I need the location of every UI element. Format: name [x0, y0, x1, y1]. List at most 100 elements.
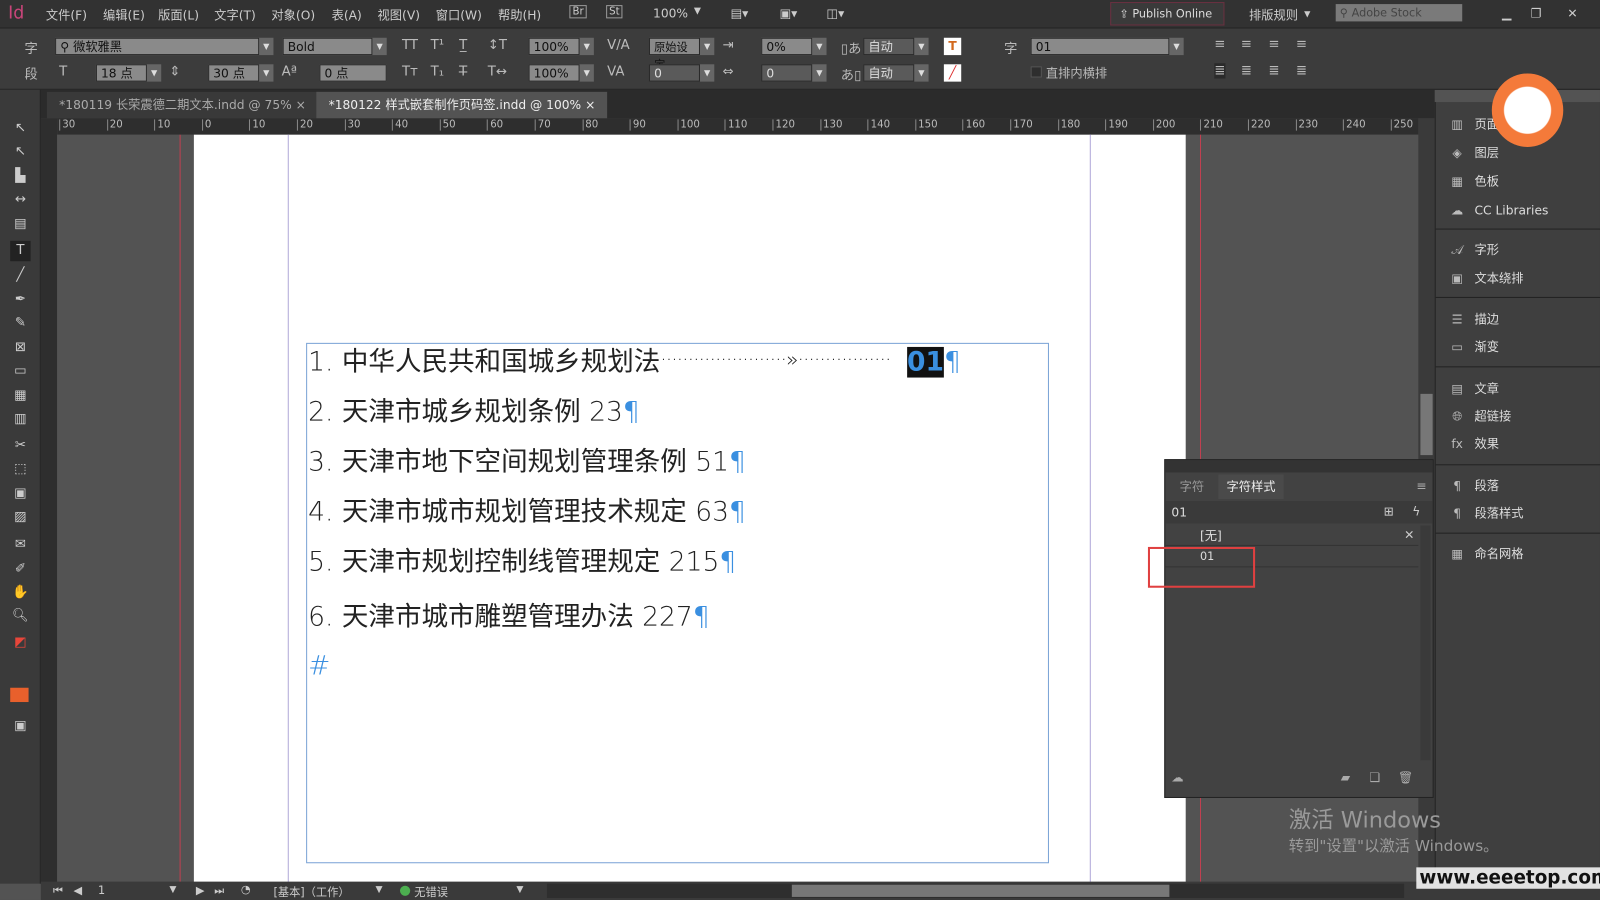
tracking-field[interactable]: 0 [648, 64, 700, 82]
panel-stroke[interactable]: ☰ 描边 [1446, 307, 1499, 331]
selected-page-number[interactable]: 01 [907, 347, 944, 378]
tcy-checkbox[interactable] [1030, 66, 1042, 78]
bridge-button[interactable]: Br [569, 5, 587, 19]
font-size-dropdown[interactable]: ▼ [146, 64, 162, 82]
vertical-scale-field[interactable]: 100% [528, 37, 580, 56]
align-right-button[interactable]: ≡ [1268, 37, 1279, 52]
page-dropdown[interactable]: ▼ [169, 885, 176, 895]
menu-table[interactable]: 表(A) [332, 6, 362, 23]
gap-tool-icon[interactable]: ↔ [10, 190, 30, 210]
menu-help[interactable]: 帮助(H) [498, 6, 541, 23]
kerning-dropdown[interactable]: ▼ [699, 37, 715, 56]
leading-dropdown[interactable]: ▼ [259, 64, 274, 82]
aki-dropdown[interactable]: ▼ [812, 64, 827, 82]
all-caps-button[interactable]: TT [402, 38, 418, 53]
panel-pages[interactable]: ▥ 页面 [1446, 112, 1499, 136]
toc-line-2[interactable]: 2. 天津市城乡规划条例 23¶ [308, 391, 640, 429]
view-options-icon[interactable]: ▤▾ [731, 6, 749, 20]
scissors-tool-icon[interactable]: ✂ [10, 436, 30, 456]
font-style-field[interactable]: Bold [282, 37, 373, 56]
page-tool-icon[interactable]: ▙ [10, 166, 30, 186]
panel-text-wrap[interactable]: ▣ 文本绕排 [1446, 266, 1523, 290]
scrollbar-thumb[interactable] [1420, 393, 1433, 456]
aki-before-dropdown[interactable]: ▼ [914, 37, 929, 56]
free-transform-tool-icon[interactable]: ⬚ [10, 459, 30, 479]
rectangle-tool-icon[interactable]: ▭ [10, 361, 30, 381]
previous-page-icon[interactable]: ◀ [73, 884, 82, 897]
screen-mode-icon[interactable]: ▣ [10, 716, 30, 736]
type-tool-icon[interactable]: T [10, 240, 31, 262]
menu-object[interactable]: 对象(O) [271, 6, 315, 23]
note-tool-icon[interactable]: ✉ [10, 535, 30, 555]
page-number-field[interactable]: 1 [98, 884, 105, 897]
panel-story[interactable]: ▤ 文章 [1446, 377, 1499, 401]
font-family-field[interactable]: ⚲ 微软雅黑 [55, 37, 260, 56]
menu-window[interactable]: 窗口(W) [436, 6, 482, 23]
screen-mode-icon[interactable]: ▣▾ [780, 6, 798, 20]
last-page-icon[interactable]: ⏭ [214, 884, 224, 898]
strikethrough-button[interactable]: T̶ [459, 64, 467, 79]
new-style-group-icon[interactable]: ⊞ [1384, 504, 1394, 518]
menu-edit[interactable]: 编辑(E) [103, 6, 145, 23]
master-page-select[interactable]: [基本]（工作） [273, 884, 349, 900]
minimize-button[interactable]: ▁ [1502, 6, 1511, 20]
panel-cc-libraries[interactable]: ☁ CC Libraries [1446, 198, 1548, 222]
content-collector-icon[interactable]: ▤ [10, 214, 30, 234]
close-tab-icon[interactable]: × [296, 98, 306, 112]
toc-line-6[interactable]: 6. 天津市城市雕塑管理办法 227¶ [308, 596, 710, 634]
aki-before-field[interactable]: 自动 [863, 37, 915, 56]
adobe-stock-search[interactable]: ⚲ Adobe Stock [1335, 4, 1463, 22]
rectangle-frame-tool-icon[interactable]: ⊠ [10, 338, 30, 358]
workspace-switcher[interactable]: 排版规则 [1249, 6, 1298, 23]
panel-scrollbar[interactable] [1420, 525, 1431, 761]
tab-character-styles[interactable]: 字符样式 [1218, 474, 1284, 499]
stock-button[interactable]: St [606, 5, 623, 19]
fill-color-swatch[interactable]: T [943, 37, 962, 56]
justify-right-button[interactable]: ≣ [1268, 63, 1279, 78]
clear-overrides-icon[interactable]: ✕ [1404, 528, 1414, 542]
tab-character[interactable]: 字符 [1171, 474, 1212, 498]
open-page-icon[interactable]: ◔ [241, 883, 251, 896]
preflight-status[interactable]: 无错误 [414, 884, 448, 900]
eyedropper-tool-icon[interactable]: ✐ [10, 559, 30, 579]
aki-field[interactable]: 0 [761, 64, 813, 82]
align-left-button[interactable]: ≡ [1214, 37, 1225, 52]
panel-layers[interactable]: ◈ 图层 [1446, 141, 1499, 165]
horizontal-grid-tool-icon[interactable]: ▦ [10, 386, 30, 406]
menu-view[interactable]: 视图(V) [378, 6, 420, 23]
zoom-tool-icon[interactable]: 🔍︎ [10, 606, 30, 626]
normal-view-mode-icon[interactable] [10, 687, 29, 703]
menu-layout[interactable]: 版面(L) [158, 6, 199, 23]
line-tool-icon[interactable]: ╱ [10, 265, 30, 285]
font-family-dropdown[interactable]: ▼ [259, 37, 274, 56]
panel-swatches[interactable]: ▦ 色板 [1446, 169, 1499, 193]
aki-after-field[interactable]: 自动 [863, 64, 915, 82]
font-size-field[interactable]: 18 点 [95, 64, 147, 82]
arrange-documents-icon[interactable]: ◫▾ [827, 6, 845, 20]
new-group-icon[interactable]: ▰ [1341, 770, 1350, 784]
pen-tool-icon[interactable]: ✒ [10, 290, 30, 310]
vertical-scale-dropdown[interactable]: ▼ [579, 37, 594, 56]
close-tab-icon[interactable]: × [585, 98, 595, 112]
tracking-dropdown[interactable]: ▼ [699, 64, 715, 82]
align-center-button[interactable]: ≡ [1241, 37, 1252, 52]
restore-button[interactable]: ❐ [1531, 6, 1542, 20]
panel-effects[interactable]: fx 效果 [1446, 432, 1499, 456]
stroke-color-swatch[interactable]: ╱ [943, 64, 962, 82]
character-style-dropdown[interactable]: ▼ [1169, 37, 1184, 56]
direct-selection-tool-icon[interactable]: ↖ [10, 142, 30, 162]
vertical-ruler[interactable] [40, 118, 58, 884]
zoom-level-select[interactable]: 100% [653, 6, 688, 20]
cc-library-icon[interactable]: ☁ [1171, 770, 1183, 784]
horizontal-scrollbar[interactable] [546, 883, 1405, 898]
gradient-tool-icon[interactable]: ▣ [10, 484, 30, 504]
menu-type[interactable]: 文字(T) [214, 6, 256, 23]
panel-paragraph-styles[interactable]: ¶ 段落样式 [1446, 501, 1523, 525]
selection-tool-icon[interactable]: ↖ [10, 118, 30, 138]
vertical-grid-tool-icon[interactable]: ▥ [10, 409, 30, 429]
toc-line-3[interactable]: 3. 天津市地下空间规划管理条例 51¶ [308, 441, 746, 479]
kerning-field[interactable]: 原始设定 [648, 37, 700, 71]
gradient-feather-tool-icon[interactable]: ▨ [10, 507, 30, 527]
superscript-button[interactable]: T¹ [431, 38, 444, 53]
small-caps-button[interactable]: Tт [402, 64, 418, 79]
